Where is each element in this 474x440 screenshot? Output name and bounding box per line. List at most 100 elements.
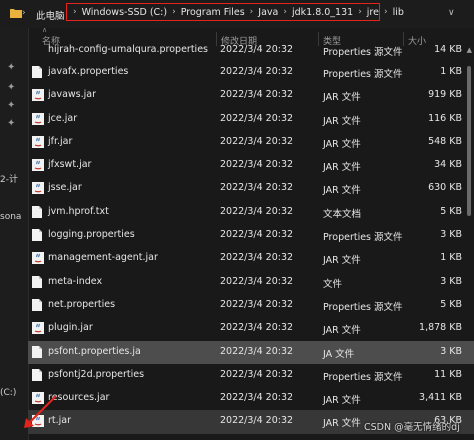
file-type: JAR 文件	[323, 325, 361, 337]
file-row[interactable]: meta-index 2022/3/4 20:32 文件 3 KB	[28, 271, 474, 294]
scrollbar[interactable]: ▲	[464, 46, 474, 440]
breadcrumb-item[interactable]: Program Files	[181, 7, 245, 18]
file-size: 1 KB	[440, 252, 462, 264]
file-row[interactable]: jvm.hprof.txt 2022/3/4 20:32 文本文档 5 KB	[28, 201, 474, 224]
nav-item-label[interactable]: 2-计	[0, 172, 18, 185]
column-size[interactable]: 大小	[408, 34, 426, 47]
breadcrumb-item[interactable]: Windows-SSD (C:)	[82, 7, 167, 18]
file-name: javafx.properties	[48, 66, 129, 77]
file-type: Properties 源文件	[323, 232, 403, 244]
file-date: 2022/3/4 20:32	[220, 112, 294, 124]
file-icon	[32, 66, 42, 81]
file-date: 2022/3/4 20:32	[220, 368, 294, 380]
file-type: JAR 文件	[323, 92, 361, 104]
file-row[interactable]: jsse.jar 2022/3/4 20:32 JAR 文件 630 KB	[28, 177, 474, 200]
breadcrumb-item[interactable]: jre	[367, 7, 379, 18]
file-size: 14 KB	[434, 44, 462, 55]
file-icon	[32, 368, 42, 384]
file-row[interactable]: psfontj2d.properties 2022/3/4 20:32 Proper…	[28, 364, 474, 387]
file-name: javaws.jar	[48, 89, 97, 101]
file-date: 2022/3/4 20:32	[220, 322, 294, 334]
file-icon	[32, 205, 42, 221]
file-type: Properties 源文件	[323, 371, 403, 383]
pin-icon[interactable]: ✦	[7, 82, 15, 93]
pin-icon[interactable]: ✦	[7, 62, 15, 73]
breadcrumb-item[interactable]: lib	[393, 7, 404, 18]
scrollbar-thumb[interactable]	[467, 66, 471, 216]
file-row[interactable]: psfont.properties.ja 2022/3/4 20:32 JA 文件 3…	[28, 340, 474, 364]
file-row[interactable]: javafx.properties 2022/3/4 20:32 Propertie…	[28, 61, 474, 84]
watermark: CSDN @毫无情绪的dj	[364, 422, 460, 433]
sort-up-icon: ∧	[42, 26, 48, 34]
file-type: JAR 文件	[323, 255, 361, 267]
file-size: 5 KB	[440, 205, 462, 217]
file-date: 2022/3/4 20:32	[220, 159, 294, 171]
breadcrumb-root[interactable]: 此电脑	[36, 8, 65, 22]
file-icon	[32, 298, 42, 314]
column-divider[interactable]	[403, 32, 404, 46]
chevron-right-icon: ›	[283, 7, 287, 17]
file-type: JA 文件	[323, 348, 355, 360]
scroll-up-icon[interactable]: ▲	[467, 46, 472, 54]
pin-icon[interactable]: ✦	[7, 100, 15, 111]
breadcrumb[interactable]: › Windows-SSD (C:) › Program Files › Jav…	[66, 3, 404, 21]
file-row[interactable]: net.properties 2022/3/4 20:32 Properties 源…	[28, 294, 474, 317]
chevron-right-icon: ›	[73, 7, 77, 17]
file-type: JAR 文件	[323, 418, 361, 430]
jar-file-icon	[32, 89, 44, 104]
column-divider[interactable]	[216, 32, 217, 46]
file-date: 2022/3/4 20:32	[220, 345, 294, 357]
file-size: 116 KB	[428, 112, 462, 124]
jar-file-icon	[32, 322, 44, 337]
chevron-right-icon: ›	[358, 7, 362, 17]
file-name: jce.jar	[48, 112, 78, 124]
file-row[interactable]: hijrah-config-umalqura.properties 2022/3/…	[28, 44, 474, 61]
file-row[interactable]: jce.jar 2022/3/4 20:32 JAR 文件 116 KB	[28, 108, 474, 131]
folder-icon	[10, 8, 22, 21]
nav-item-label[interactable]: (C:)	[0, 388, 16, 398]
file-type: JAR 文件	[323, 138, 361, 150]
file-date: 2022/3/4 20:32	[220, 392, 294, 404]
file-row[interactable]: management-agent.jar 2022/3/4 20:32 JAR 文件…	[28, 247, 474, 270]
file-list: hijrah-config-umalqura.properties 2022/3/…	[28, 44, 474, 434]
file-name: hijrah-config-umalqura.properties	[48, 44, 208, 55]
file-size: 3,411 KB	[419, 392, 462, 404]
file-type: 文件	[323, 278, 343, 290]
file-name: logging.properties	[48, 229, 135, 241]
nav-item-label[interactable]: sona	[0, 212, 21, 222]
file-date: 2022/3/4 20:32	[220, 229, 294, 241]
pin-icon[interactable]: ✦	[7, 118, 15, 129]
file-name: jfxswt.jar	[48, 159, 92, 171]
jar-file-icon	[32, 112, 44, 128]
file-row[interactable]: plugin.jar 2022/3/4 20:32 JAR 文件 1,878 KB	[28, 317, 474, 340]
file-type: Properties 源文件	[323, 69, 403, 80]
file-row[interactable]: jfxswt.jar 2022/3/4 20:32 JAR 文件 34 KB	[28, 154, 474, 177]
file-date: 2022/3/4 20:32	[220, 252, 294, 264]
breadcrumb-item[interactable]: Java	[258, 7, 278, 18]
file-type: Properties 源文件	[323, 47, 403, 58]
file-row[interactable]: jfr.jar 2022/3/4 20:32 JAR 文件 548 KB	[28, 131, 474, 154]
chevron-right-icon: ›	[383, 7, 388, 17]
file-row[interactable]: resources.jar 2022/3/4 20:32 JAR 文件 3,411 K…	[28, 387, 474, 410]
jar-file-icon	[32, 182, 44, 197]
file-size: 34 KB	[434, 159, 462, 171]
file-name: jsse.jar	[48, 182, 82, 194]
file-type: JAR 文件	[323, 162, 361, 174]
chevron-right-icon: ›	[172, 7, 176, 17]
chevron-down-icon[interactable]: ∨	[448, 8, 455, 18]
breadcrumb-item[interactable]: jdk1.8.0_131	[292, 7, 353, 18]
file-type: JAR 文件	[323, 395, 361, 407]
file-row[interactable]: javaws.jar 2022/3/4 20:32 JAR 文件 919 KB	[28, 84, 474, 107]
file-date: 2022/3/4 20:32	[220, 275, 294, 287]
file-icon	[32, 229, 42, 244]
file-name: plugin.jar	[48, 322, 93, 334]
jar-file-icon	[32, 135, 44, 151]
annotation-arrow-icon	[20, 392, 60, 435]
column-divider[interactable]	[318, 32, 319, 46]
file-icon	[32, 275, 42, 291]
file-size: 1 KB	[440, 66, 462, 77]
file-date: 2022/3/4 20:32	[220, 205, 294, 217]
file-row[interactable]: logging.properties 2022/3/4 20:32 Properti…	[28, 224, 474, 247]
file-type: JAR 文件	[323, 185, 361, 197]
navigation-pane: ✦ ✦ ✦ ✦ 2-计 sona (C:)	[0, 28, 29, 440]
